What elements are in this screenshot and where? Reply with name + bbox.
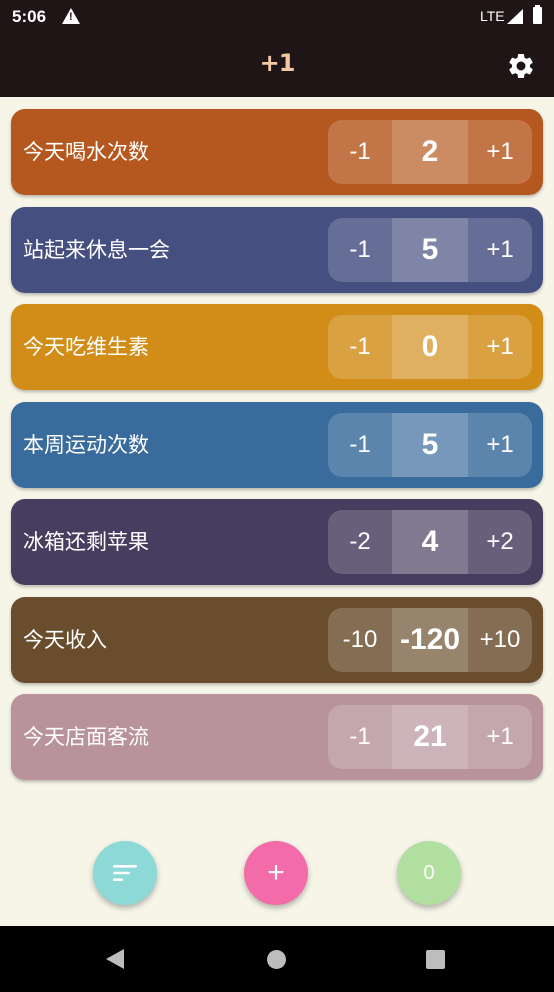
counter-stepper: -1 5 +1	[328, 217, 532, 282]
status-bar: 5:06 LTE	[0, 0, 554, 34]
counter-label: 今天收入	[23, 627, 107, 652]
navigation-bar	[0, 926, 554, 992]
increment-button[interactable]: +1	[468, 315, 532, 379]
counter-card[interactable]: 站起来休息一会 -1 5 +1	[11, 206, 543, 293]
total-button[interactable]: 0	[397, 841, 461, 905]
decrement-button[interactable]: -1	[328, 120, 392, 184]
counter-value: 5	[392, 412, 468, 477]
counter-value: -120	[392, 607, 468, 672]
counter-stepper: -1 5 +1	[328, 412, 532, 477]
counter-value: 5	[392, 217, 468, 282]
gear-icon[interactable]	[506, 51, 536, 81]
counter-card[interactable]: 今天吃维生素 -1 0 +1	[11, 304, 543, 390]
sort-button[interactable]	[93, 841, 157, 905]
counter-stepper: -1 0 +1	[328, 315, 532, 379]
counter-stepper: -2 4 +2	[328, 510, 532, 574]
signal-icon	[507, 9, 523, 24]
app-title: +1	[259, 49, 296, 77]
decrement-button[interactable]: -10	[328, 608, 392, 672]
counter-card[interactable]: 本周运动次数 -1 5 +1	[11, 401, 543, 488]
increment-button[interactable]: +1	[468, 120, 532, 184]
home-icon[interactable]	[267, 950, 286, 969]
counter-label: 今天喝水次数	[23, 140, 149, 164]
increment-button[interactable]: +1	[468, 218, 532, 282]
counter-card[interactable]: 冰箱还剩苹果 -2 4 +2	[11, 499, 543, 585]
recent-apps-icon[interactable]	[426, 950, 445, 969]
decrement-button[interactable]: -1	[328, 218, 392, 282]
status-time: 5:06	[12, 7, 47, 26]
counter-stepper: -1 21 +1	[328, 705, 532, 769]
counter-card[interactable]: 今天收入 -10 -120 +10	[11, 596, 543, 683]
decrement-button[interactable]: -1	[328, 315, 392, 379]
counter-stepper: -1 2 +1	[328, 120, 532, 184]
decrement-button[interactable]: -1	[328, 413, 392, 477]
battery-icon	[533, 5, 542, 24]
back-icon[interactable]	[106, 949, 124, 969]
counter-label: 今天吃维生素	[23, 335, 149, 359]
counter-label: 站起来休息一会	[23, 237, 170, 262]
app-bar: +1	[0, 34, 554, 97]
sort-icon	[113, 865, 137, 881]
counter-label: 本周运动次数	[23, 432, 149, 457]
counter-value: 21	[392, 705, 468, 769]
counter-value: 2	[392, 120, 468, 184]
counter-value: 0	[392, 315, 468, 379]
counter-value: 4	[392, 510, 468, 574]
increment-button[interactable]: +1	[468, 413, 532, 477]
network-type: LTE	[480, 8, 505, 24]
decrement-button[interactable]: -1	[328, 705, 392, 769]
increment-button[interactable]: +1	[468, 705, 532, 769]
counter-label: 今天店面客流	[23, 725, 149, 749]
counter-card[interactable]: 今天店面客流 -1 21 +1	[11, 694, 543, 780]
add-counter-button[interactable]: +	[244, 841, 308, 905]
counter-label: 冰箱还剩苹果	[23, 530, 149, 554]
increment-button[interactable]: +10	[468, 608, 532, 672]
decrement-button[interactable]: -2	[328, 510, 392, 574]
counter-list: 今天喝水次数 -1 2 +1 站起来休息一会 -1 5 +1 今天吃维生素 -1…	[11, 109, 543, 792]
counter-stepper: -10 -120 +10	[328, 607, 532, 672]
increment-button[interactable]: +2	[468, 510, 532, 574]
counter-card[interactable]: 今天喝水次数 -1 2 +1	[11, 109, 543, 195]
warning-icon	[62, 8, 80, 24]
